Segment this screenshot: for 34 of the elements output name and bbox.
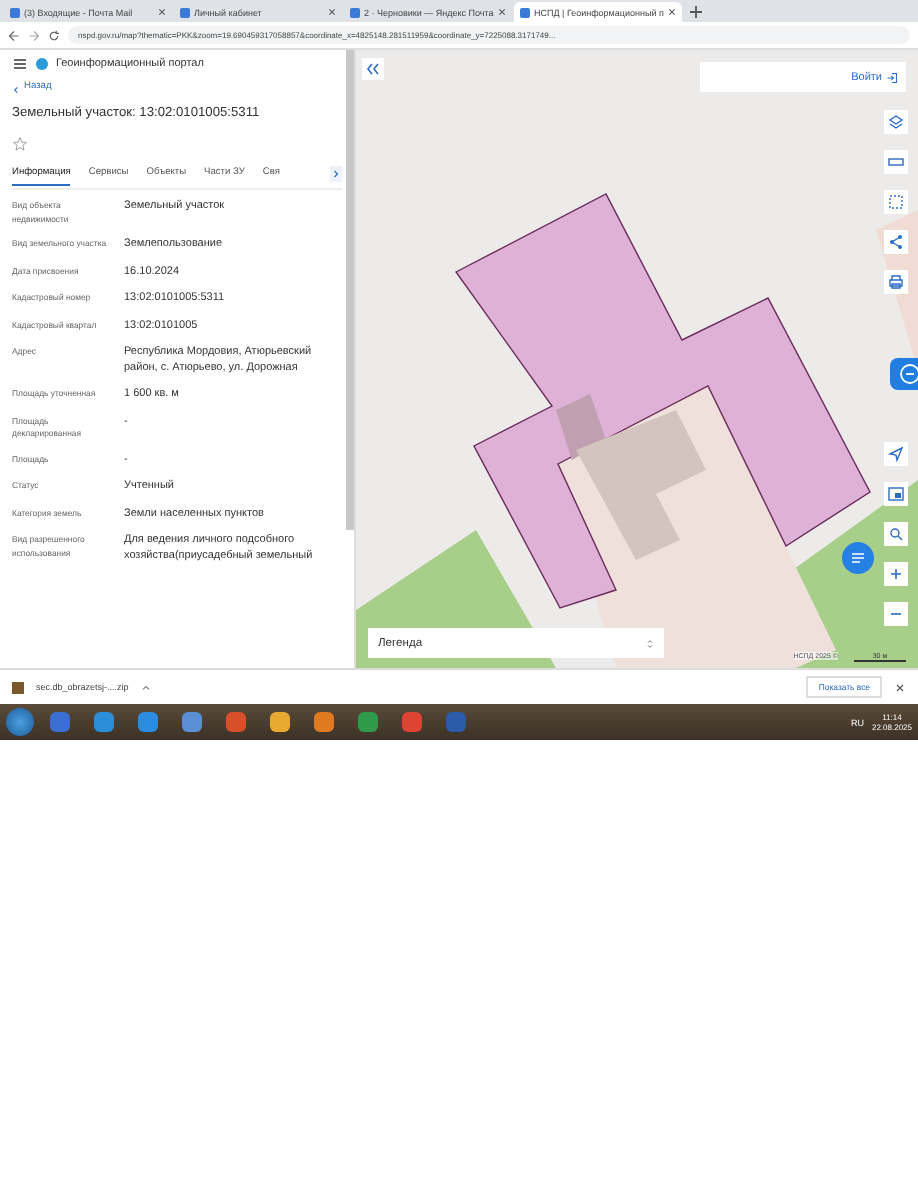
chat-icon[interactable] <box>890 358 918 390</box>
close-icon[interactable] <box>498 8 506 16</box>
message-icon[interactable] <box>842 542 874 574</box>
chevron-icon[interactable] <box>330 165 342 181</box>
zoom-out-button[interactable] <box>884 602 908 626</box>
share-icon[interactable] <box>884 230 908 254</box>
chevron-icon[interactable] <box>12 85 20 93</box>
print-icon[interactable] <box>884 270 908 294</box>
star-icon[interactable] <box>12 136 28 152</box>
location-icon[interactable] <box>884 442 908 466</box>
login-icon <box>886 71 898 83</box>
scrollbar[interactable] <box>346 50 354 530</box>
search-icon[interactable] <box>884 522 908 546</box>
favicon-icon <box>520 7 530 17</box>
favicon-icon <box>180 7 190 17</box>
ruler-icon[interactable] <box>884 150 908 174</box>
close-icon[interactable] <box>668 8 676 16</box>
close-icon[interactable] <box>158 8 166 16</box>
select-icon[interactable] <box>884 190 908 214</box>
minimap-icon[interactable] <box>884 482 908 506</box>
back-arrow-icon[interactable] <box>8 29 20 41</box>
layers-icon[interactable] <box>884 110 908 134</box>
close-icon[interactable] <box>328 8 336 16</box>
menu-icon[interactable] <box>12 56 28 72</box>
zoom-in-button[interactable] <box>884 562 908 586</box>
collapse-button[interactable] <box>362 58 384 80</box>
start-button[interactable] <box>6 708 34 736</box>
reload-icon[interactable] <box>48 29 60 41</box>
close-icon[interactable] <box>894 681 906 693</box>
favicon-icon <box>350 7 360 17</box>
new-tab-icon[interactable] <box>688 4 704 20</box>
favicon-icon <box>10 7 20 17</box>
caret-icon[interactable] <box>140 681 153 693</box>
sort-icon <box>646 637 654 649</box>
